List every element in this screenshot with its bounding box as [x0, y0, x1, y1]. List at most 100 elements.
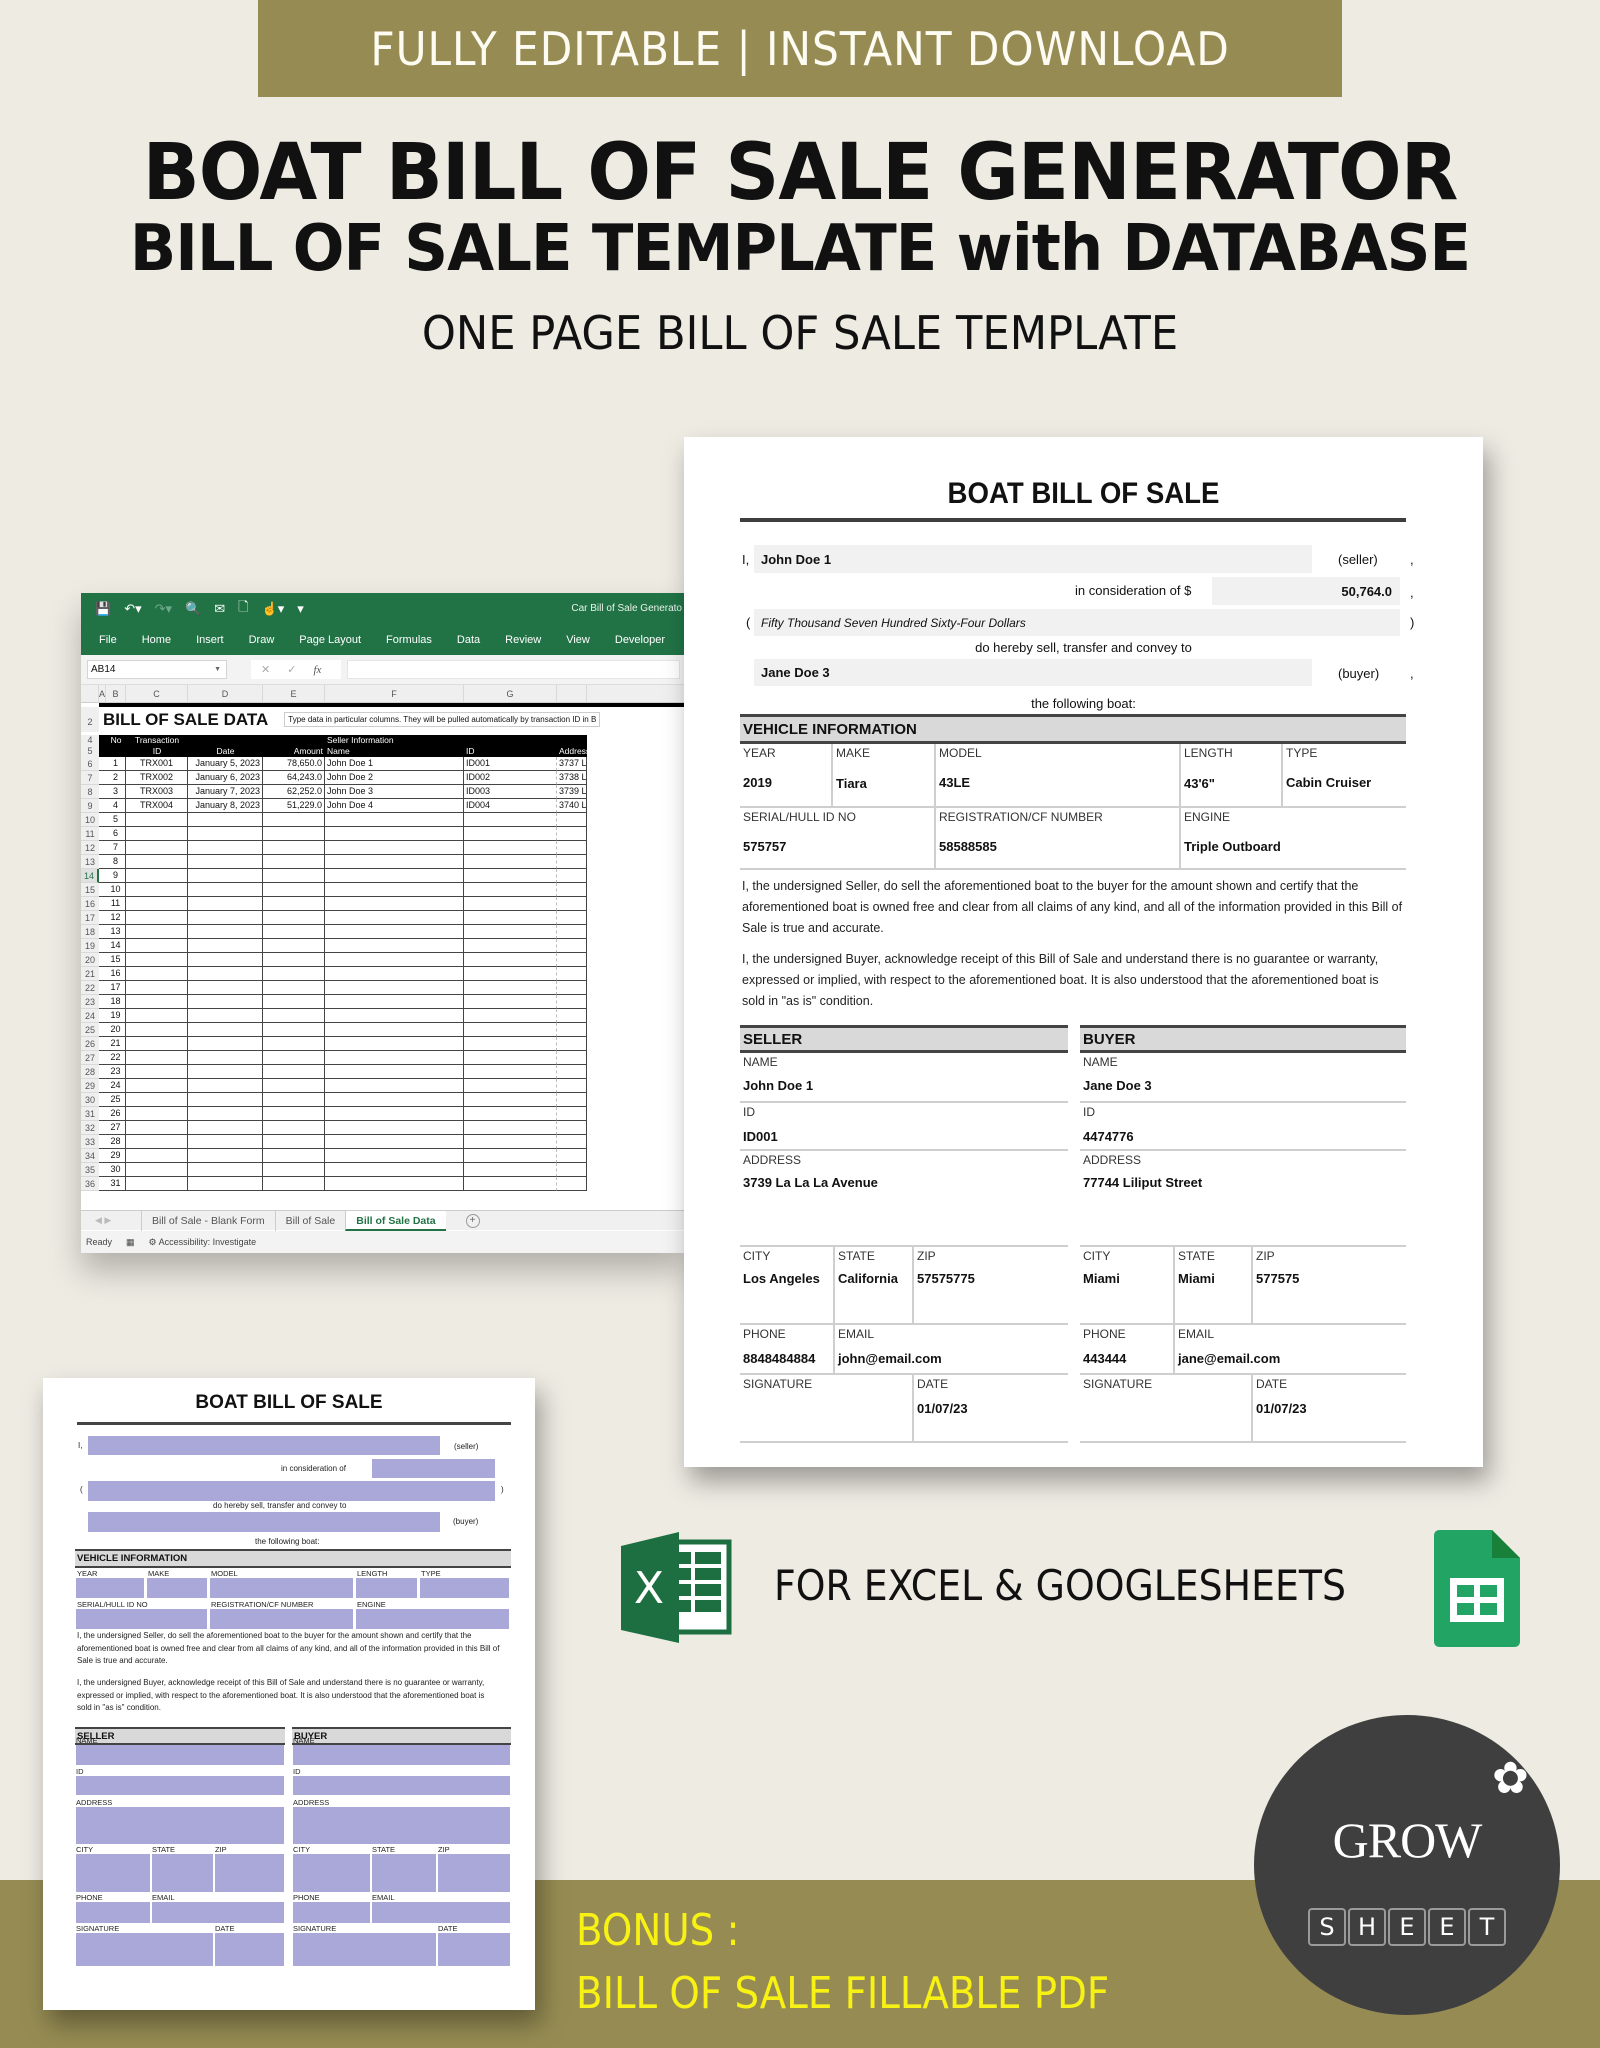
party-field-input[interactable] [438, 1933, 510, 1966]
column-header[interactable]: C [126, 685, 188, 702]
date-cell[interactable] [188, 1177, 263, 1191]
seller-id-field[interactable]: ID ID001 [740, 1103, 1068, 1151]
amount-cell[interactable] [263, 813, 325, 827]
row-number[interactable]: 32 [81, 1121, 99, 1135]
address-cell[interactable] [557, 813, 587, 827]
type-field[interactable]: TYPE Cabin Cruiser [1283, 744, 1406, 808]
address-cell[interactable]: 3739 La [557, 785, 587, 799]
amount-words-field[interactable]: Fifty Thousand Seven Hundred Sixty-Four … [754, 609, 1400, 636]
address-cell[interactable] [557, 981, 587, 995]
accessibility-status[interactable]: ⚙ Accessibility: Investigate [149, 1237, 257, 1248]
date-cell[interactable] [188, 1037, 263, 1051]
seller-name-cell[interactable] [325, 897, 464, 911]
column-header[interactable]: E [263, 685, 325, 702]
no-cell[interactable]: 26 [106, 1107, 126, 1121]
column-header[interactable]: A [99, 685, 106, 702]
date-cell[interactable] [188, 1051, 263, 1065]
seller-name-cell[interactable] [325, 967, 464, 981]
seller-name-cell[interactable] [325, 855, 464, 869]
row-number[interactable]: 31 [81, 1107, 99, 1121]
transaction-id-cell[interactable] [126, 1121, 188, 1135]
address-cell[interactable] [557, 855, 587, 869]
buyer-date-field[interactable]: DATE 01/07/23 [1253, 1375, 1406, 1443]
address-cell[interactable] [557, 897, 587, 911]
insert-function-icon[interactable]: fx [313, 664, 321, 676]
no-cell[interactable]: 8 [106, 855, 126, 869]
party-field-input[interactable] [76, 1854, 150, 1892]
amount-cell[interactable] [263, 1107, 325, 1121]
amount-cell[interactable] [263, 953, 325, 967]
no-cell[interactable]: 13 [106, 925, 126, 939]
amount-cell[interactable] [263, 1009, 325, 1023]
row-number[interactable]: 11 [81, 827, 99, 841]
date-cell[interactable] [188, 869, 263, 883]
seller-name-cell[interactable] [325, 1093, 464, 1107]
buyer-name-field[interactable]: NAME Jane Doe 3 [1080, 1053, 1406, 1103]
row-number[interactable]: 17 [81, 911, 99, 925]
address-cell[interactable] [557, 1079, 587, 1093]
date-cell[interactable]: January 8, 2023 [188, 799, 263, 813]
no-cell[interactable]: 11 [106, 897, 126, 911]
amount-cell[interactable] [263, 1121, 325, 1135]
seller-id-cell[interactable] [464, 925, 557, 939]
seller-id-cell[interactable] [464, 1121, 557, 1135]
page-view-icon[interactable]: ▦ [126, 1237, 135, 1248]
registration-field[interactable]: REGISTRATION/CF NUMBER 58588585 [936, 808, 1181, 870]
vehicle-field-input[interactable] [76, 1609, 207, 1629]
vehicle-field-input[interactable] [76, 1578, 144, 1598]
seller-id-cell[interactable] [464, 1009, 557, 1023]
amount-cell[interactable] [263, 981, 325, 995]
seller-name-cell[interactable] [325, 869, 464, 883]
party-field-input[interactable] [215, 1933, 284, 1966]
ribbon-tab[interactable]: Review [505, 634, 541, 646]
address-cell[interactable] [557, 1149, 587, 1163]
date-cell[interactable] [188, 855, 263, 869]
party-field-input[interactable] [215, 1854, 284, 1892]
amount-cell[interactable] [263, 967, 325, 981]
amount-cell[interactable] [263, 925, 325, 939]
amount-cell[interactable] [263, 1163, 325, 1177]
seller-name-cell[interactable] [325, 981, 464, 995]
date-cell[interactable] [188, 995, 263, 1009]
no-cell[interactable]: 27 [106, 1121, 126, 1135]
address-cell[interactable] [557, 925, 587, 939]
print-preview-icon[interactable]: 🔍 [185, 601, 201, 617]
no-cell[interactable]: 21 [106, 1037, 126, 1051]
row-number[interactable]: 35 [81, 1163, 99, 1177]
seller-signature-field[interactable]: SIGNATURE [740, 1375, 914, 1443]
buyer-name-field[interactable]: Jane Doe 3 [754, 659, 1312, 686]
seller-name-cell[interactable]: John Doe 2 [325, 771, 464, 785]
transaction-id-cell[interactable]: TRX003 [126, 785, 188, 799]
chevron-down-icon[interactable]: ▼ [214, 666, 226, 673]
row-number[interactable]: 8 [81, 785, 99, 799]
address-cell[interactable] [557, 1023, 587, 1037]
amount-cell[interactable] [263, 1065, 325, 1079]
transaction-id-cell[interactable] [126, 911, 188, 925]
vehicle-field-input[interactable] [210, 1578, 353, 1598]
party-field-input[interactable] [76, 1902, 150, 1923]
seller-email-field[interactable]: EMAIL john@email.com [835, 1325, 1068, 1375]
date-cell[interactable]: January 6, 2023 [188, 771, 263, 785]
seller-id-cell[interactable] [464, 1177, 557, 1191]
ribbon-tab[interactable]: File [99, 634, 117, 646]
address-cell[interactable] [557, 883, 587, 897]
row-number[interactable]: 10 [81, 813, 99, 827]
date-cell[interactable] [188, 925, 263, 939]
seller-name-cell[interactable] [325, 1079, 464, 1093]
no-cell[interactable]: 18 [106, 995, 126, 1009]
formula-input[interactable] [347, 660, 680, 679]
row-number[interactable]: 23 [81, 995, 99, 1009]
row-number[interactable]: 24 [81, 1009, 99, 1023]
ribbon-tab[interactable]: View [566, 634, 590, 646]
address-cell[interactable] [557, 995, 587, 1009]
seller-name-cell[interactable] [325, 1051, 464, 1065]
seller-name-cell[interactable] [325, 813, 464, 827]
address-cell[interactable] [557, 1037, 587, 1051]
no-cell[interactable]: 16 [106, 967, 126, 981]
amount-cell[interactable]: 78,650.0 [263, 757, 325, 771]
transaction-id-cell[interactable] [126, 869, 188, 883]
seller-city-field[interactable]: CITY Los Angeles [740, 1247, 835, 1325]
transaction-id-cell[interactable] [126, 827, 188, 841]
amount-cell[interactable] [263, 1177, 325, 1191]
date-cell[interactable] [188, 911, 263, 925]
